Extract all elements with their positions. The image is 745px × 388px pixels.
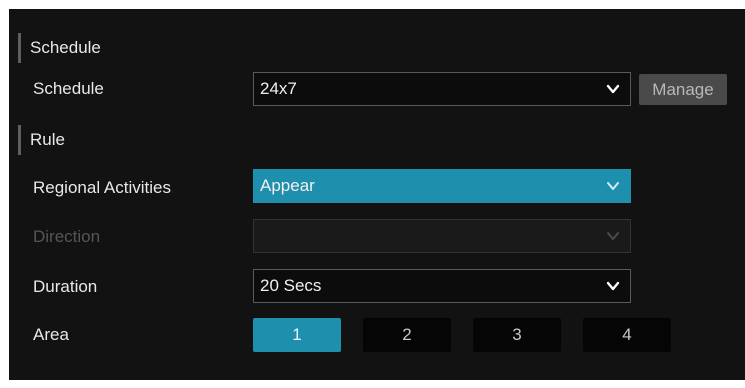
direction-label: Direction [33,227,101,246]
schedule-select-value: 24x7 [260,79,297,98]
area-button-2[interactable]: 2 [363,318,451,352]
schedule-select[interactable]: 24x7 [253,72,631,106]
settings-panel: Schedule Schedule 24x7 Manage Rule Regio… [9,9,745,380]
chevron-down-icon [607,182,619,190]
direction-select [253,219,631,253]
chevron-down-icon [606,281,620,291]
regional-activities-value: Appear [260,176,315,195]
schedule-label: Schedule [33,79,104,98]
schedule-section-title: Schedule [30,38,101,57]
regional-activities-select[interactable]: Appear [253,169,631,203]
manage-button[interactable]: Manage [639,74,727,105]
area-button-1[interactable]: 1 [253,318,341,352]
regional-activities-label: Regional Activities [33,178,171,197]
section-divider-bar [18,125,21,155]
duration-select[interactable]: 20 Secs [253,269,631,303]
section-divider-bar [18,33,21,63]
duration-label: Duration [33,277,98,296]
area-button-4[interactable]: 4 [583,318,671,352]
duration-value: 20 Secs [260,276,322,295]
rule-section-header: Rule [18,125,65,155]
area-button-3[interactable]: 3 [473,318,561,352]
schedule-section-header: Schedule [18,33,101,63]
chevron-down-icon [606,84,620,94]
area-label: Area [33,325,69,344]
chevron-down-icon [607,232,619,240]
rule-section-title: Rule [30,130,65,149]
